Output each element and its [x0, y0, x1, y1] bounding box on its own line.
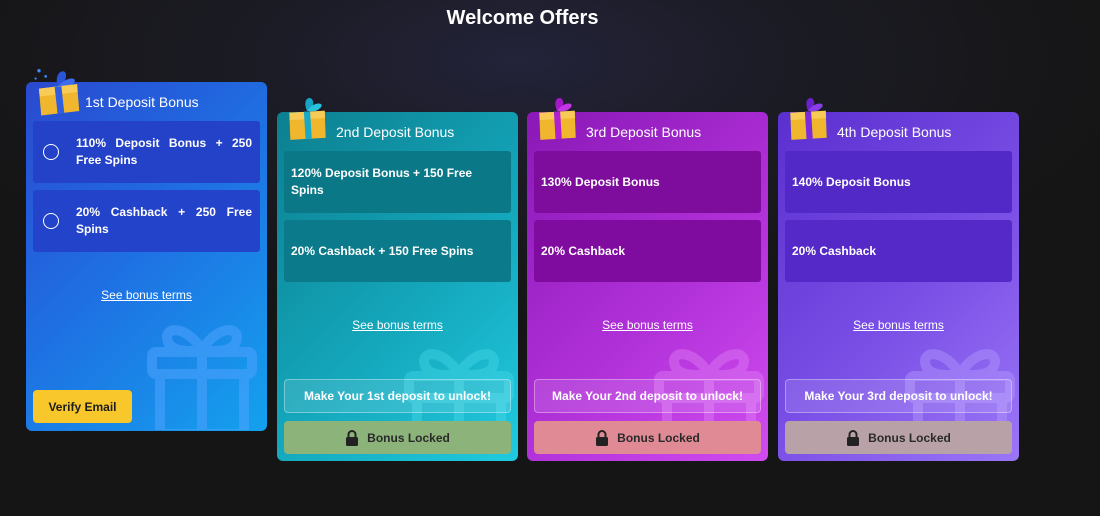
bonus-option: 20% Cashback — [785, 220, 1012, 282]
bonus-option: 140% Deposit Bonus — [785, 151, 1012, 213]
bonus-option-label: 110% Deposit Bonus + 250 Free Spins — [76, 136, 252, 167]
bonus-option-label: 120% Deposit Bonus + 150 Free Spins — [291, 166, 473, 197]
bonus-locked-label: Bonus Locked — [868, 430, 951, 445]
bonus-option: 20% Cashback — [534, 220, 761, 282]
bonus-option-label: 20% Cashback — [541, 243, 626, 258]
page-title: Welcome Offers — [446, 7, 599, 29]
offer-card-3: 3rd Deposit Bonus 130% Deposit Bonus 20%… — [527, 112, 768, 461]
bonus-locked-label: Bonus Locked — [617, 430, 700, 445]
bonus-option[interactable]: 110% Deposit Bonus + 250 Free Spins — [33, 121, 260, 183]
see-bonus-terms-link[interactable]: See bonus terms — [277, 318, 518, 332]
gift-icon — [539, 97, 576, 140]
gift-icon — [790, 97, 827, 140]
offer-card-4: 4th Deposit Bonus 140% Deposit Bonus 20%… — [778, 112, 1019, 461]
see-bonus-terms-link[interactable]: See bonus terms — [26, 288, 267, 302]
unlock-hint: Make Your 2nd deposit to unlock! — [534, 379, 761, 413]
bonus-option-label: 140% Deposit Bonus — [792, 174, 911, 189]
bonus-option: 130% Deposit Bonus — [534, 151, 761, 213]
offer-card-2: 2nd Deposit Bonus 120% Deposit Bonus + 1… — [277, 112, 518, 461]
bonus-option-label: 130% Deposit Bonus — [541, 174, 660, 189]
bonus-option: 20% Cashback + 150 Free Spins — [284, 220, 511, 282]
see-bonus-terms-link[interactable]: See bonus terms — [778, 318, 1019, 332]
bonus-option-label: 20% Cashback — [792, 243, 877, 258]
see-bonus-terms-link[interactable]: See bonus terms — [527, 318, 768, 332]
gift-icon — [289, 97, 326, 140]
lock-icon — [595, 429, 609, 446]
unlock-hint: Make Your 1st deposit to unlock! — [284, 379, 511, 413]
bonus-locked-label: Bonus Locked — [367, 430, 450, 445]
bonus-locked-button: Bonus Locked — [284, 421, 511, 454]
bonus-option-label: 20% Cashback + 150 Free Spins — [291, 243, 474, 258]
radio-unchecked-icon[interactable] — [43, 144, 59, 160]
lock-icon — [345, 429, 359, 446]
lock-icon — [846, 429, 860, 446]
unlock-hint: Make Your 3rd deposit to unlock! — [785, 379, 1012, 413]
gift-icon — [34, 69, 80, 116]
bonus-option[interactable]: 20% Cashback + 250 Free Spins — [33, 190, 260, 252]
verify-email-button[interactable]: Verify Email — [33, 390, 132, 423]
bonus-option: 120% Deposit Bonus + 150 Free Spins — [284, 151, 511, 213]
bonus-locked-button: Bonus Locked — [785, 421, 1012, 454]
bonus-option-label: 20% Cashback + 250 Free Spins — [76, 205, 252, 236]
offer-card-1: 1st Deposit Bonus 110% Deposit Bonus + 2… — [26, 82, 267, 431]
bonus-locked-button: Bonus Locked — [534, 421, 761, 454]
radio-unchecked-icon[interactable] — [43, 213, 59, 229]
